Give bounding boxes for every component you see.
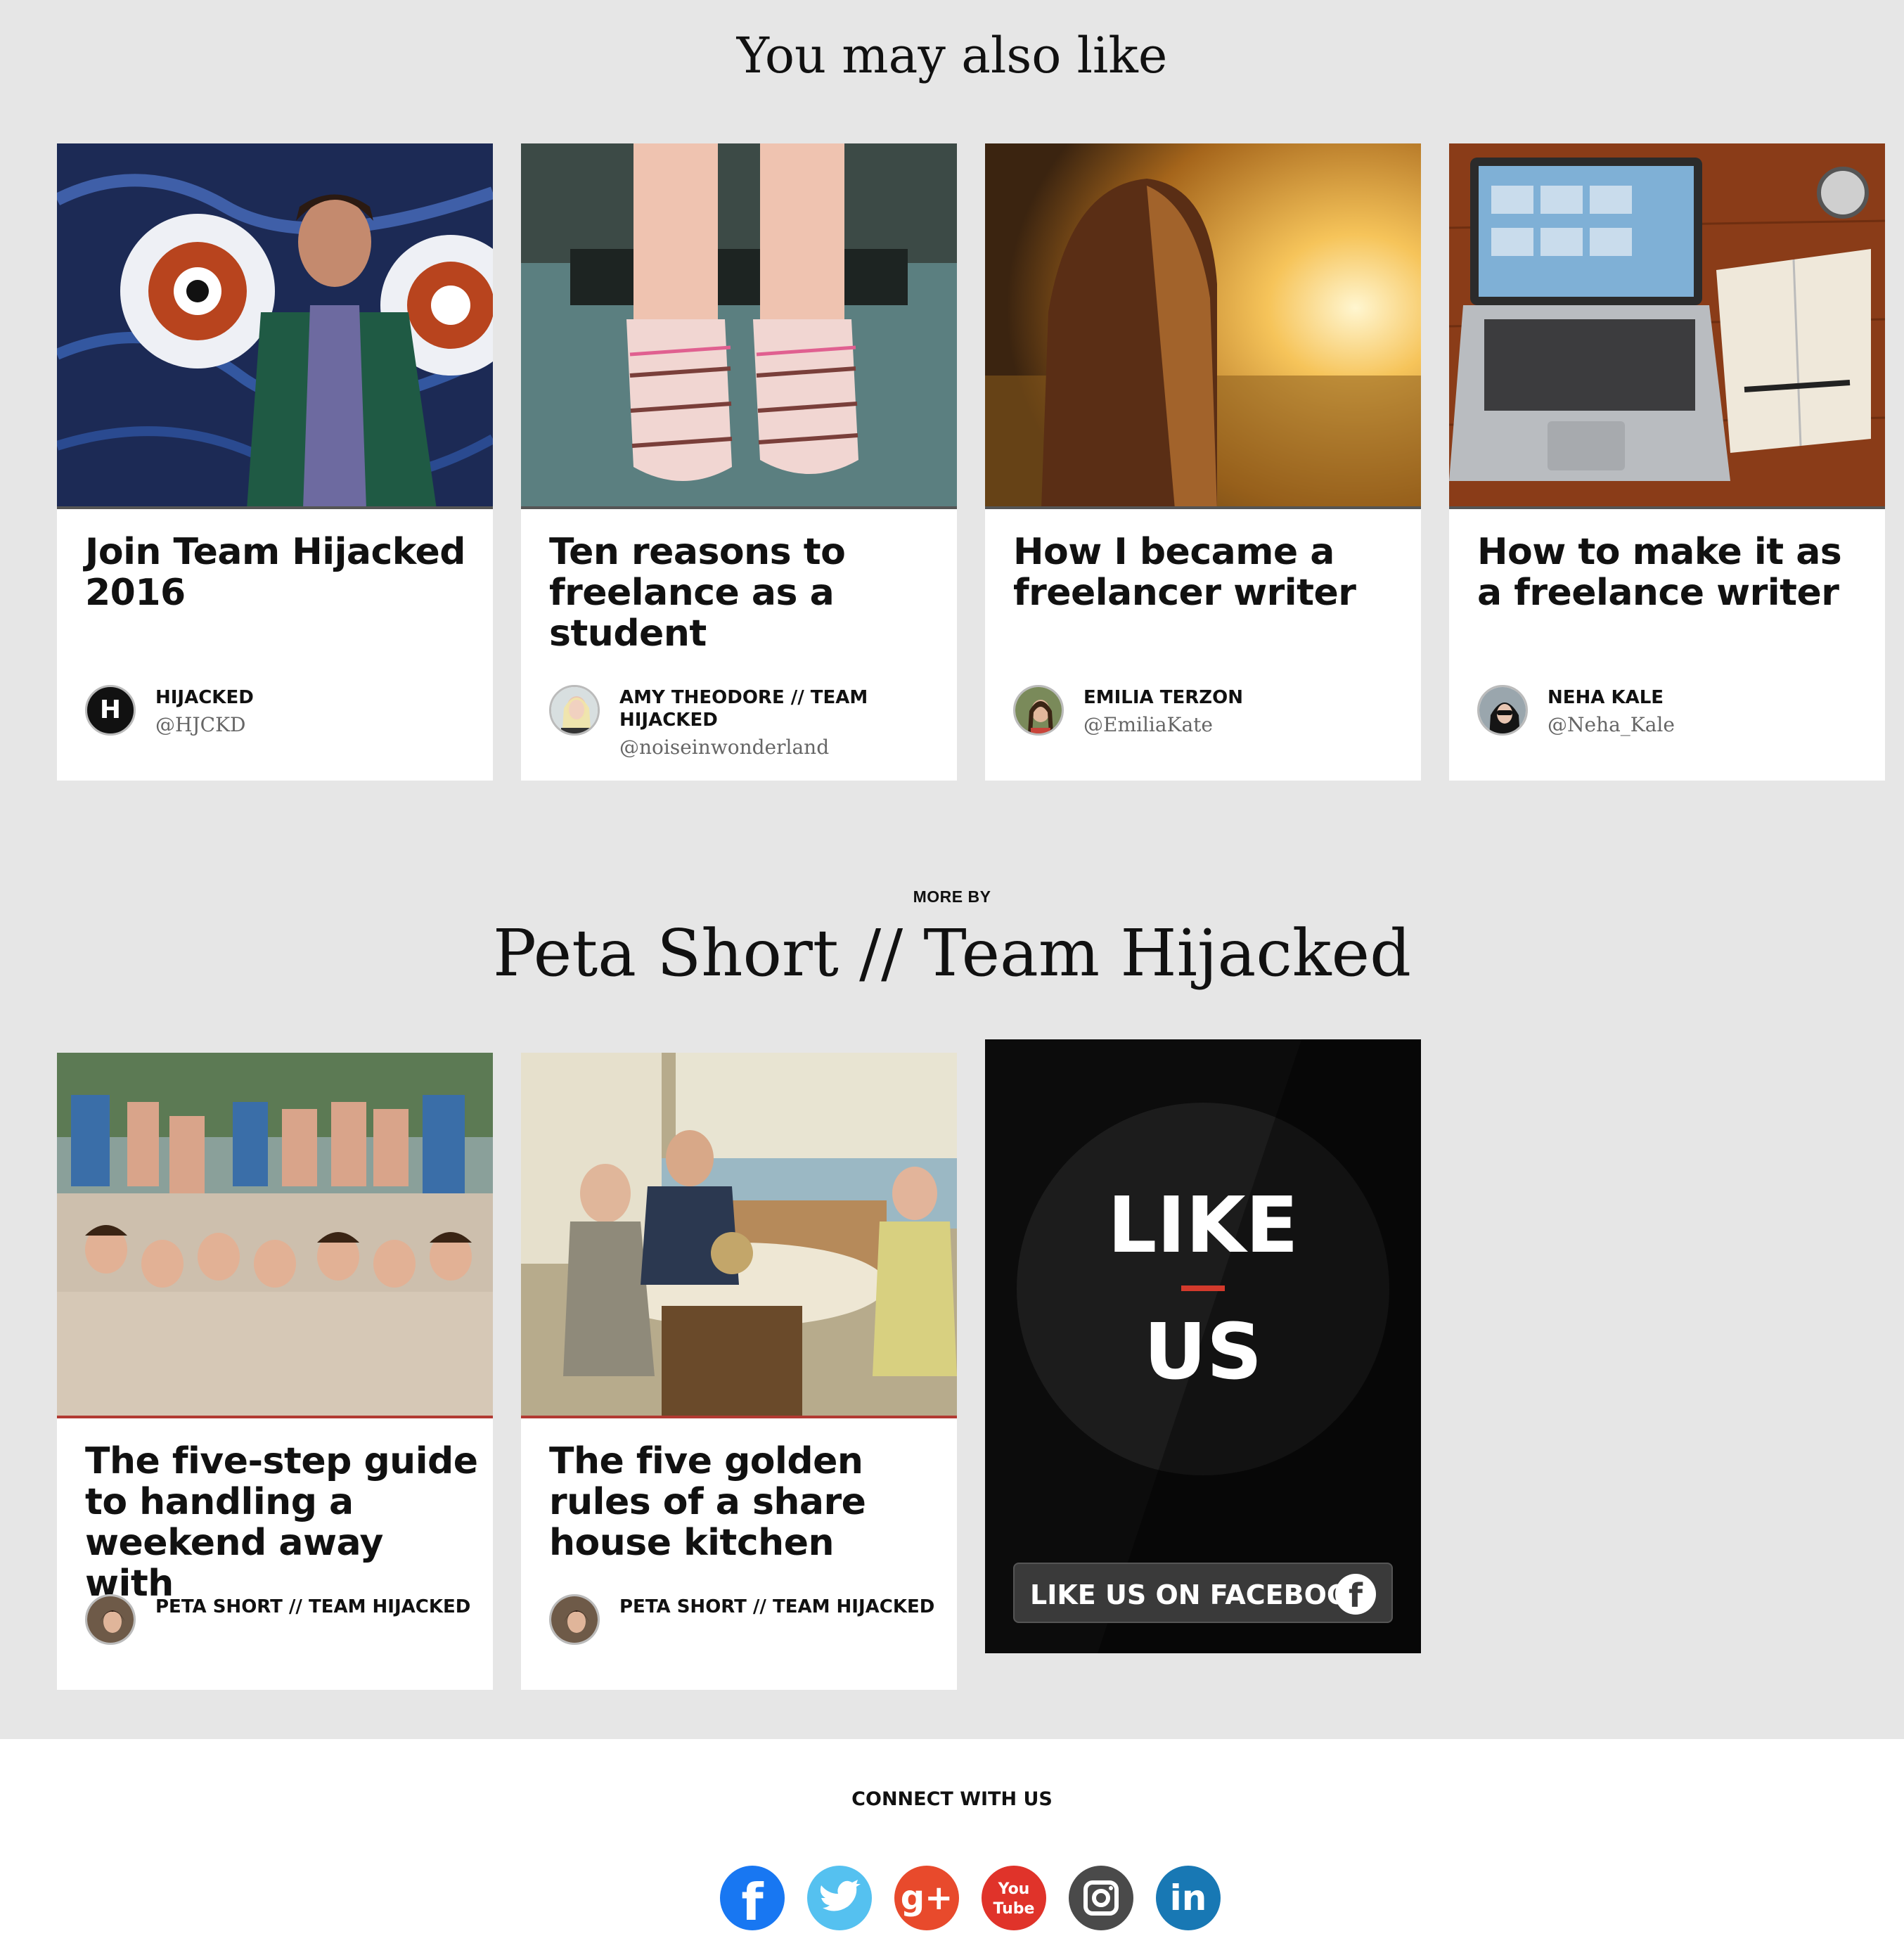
article-card-five-golden-rules[interactable]: The five golden rules of a share house k… xyxy=(521,1053,957,1690)
article-title[interactable]: Ten reasons to freelance as a student xyxy=(549,532,943,654)
article-image[interactable] xyxy=(57,143,493,509)
linkedin-icon[interactable]: in xyxy=(1156,1866,1221,1930)
avatar[interactable] xyxy=(549,1594,600,1645)
author-name[interactable]: HIJACKED xyxy=(155,686,479,709)
facebook-glyph: f xyxy=(741,1873,764,1932)
author-handle[interactable]: @noiseinwonderland xyxy=(619,736,943,759)
image-divider xyxy=(57,1416,493,1418)
linkedin-glyph: in xyxy=(1169,1878,1207,1918)
article-title[interactable]: The five-step guide to handling a weeken… xyxy=(85,1441,479,1604)
avatar[interactable] xyxy=(549,685,600,736)
author-name[interactable]: NEHA KALE xyxy=(1548,686,1871,709)
section-title-you-may-also-like: You may also like xyxy=(736,27,1168,84)
more-by-label: MORE BY xyxy=(913,887,991,906)
article-card-ten-reasons[interactable]: Ten reasons to freelance as a student AM… xyxy=(521,143,957,781)
article-title[interactable]: How I became a freelancer writer xyxy=(1013,532,1407,613)
author-handle[interactable]: @Neha_Kale xyxy=(1548,713,1871,736)
like-us-on-facebook-button[interactable]: LIKE US ON FACEBOOK f xyxy=(1013,1563,1393,1623)
article-image[interactable] xyxy=(521,1053,957,1418)
footer: CONNECT WITH US f g+ You Tube in xyxy=(0,1739,1904,1943)
article-image[interactable] xyxy=(985,143,1421,509)
facebook-icon: f xyxy=(1335,1574,1376,1615)
promo-divider xyxy=(1181,1285,1225,1291)
twitter-bird-icon xyxy=(820,1880,861,1911)
image-divider xyxy=(521,506,957,509)
image-divider xyxy=(521,1416,957,1418)
image-divider xyxy=(57,506,493,509)
google-plus-icon[interactable]: g+ xyxy=(894,1866,959,1930)
author-name[interactable]: PETA SHORT // TEAM HIJACKED xyxy=(619,1596,943,1618)
connect-with-us-label: CONNECT WITH US xyxy=(851,1788,1053,1810)
image-divider xyxy=(985,506,1421,509)
author-handle[interactable]: @HJCKD xyxy=(155,713,479,736)
promo-us-text: US xyxy=(1143,1307,1263,1397)
article-image[interactable] xyxy=(1449,143,1885,509)
article-card-join-team-hijacked[interactable]: Join Team Hijacked 2016 H HIJACKED @HJCK… xyxy=(57,143,493,781)
google-plus-glyph: g+ xyxy=(900,1878,953,1918)
instagram-icon[interactable] xyxy=(1069,1866,1133,1930)
article-image[interactable] xyxy=(521,143,957,509)
avatar-letter: H xyxy=(99,695,122,724)
twitter-icon[interactable] xyxy=(807,1866,872,1930)
avatar[interactable] xyxy=(85,1594,136,1645)
article-title[interactable]: The five golden rules of a share house k… xyxy=(549,1441,943,1563)
more-by-author-title[interactable]: Peta Short // Team Hijacked xyxy=(0,916,1904,991)
author-name[interactable]: EMILIA TERZON xyxy=(1083,686,1407,709)
article-image[interactable] xyxy=(57,1053,493,1418)
author-name[interactable]: AMY THEODORE // TEAM HIJACKED xyxy=(619,686,943,731)
facebook-promo-banner[interactable]: LIKE US LIKE US ON FACEBOOK f xyxy=(985,1039,1421,1653)
article-card-five-step-guide[interactable]: The five-step guide to handling a weeken… xyxy=(57,1053,493,1690)
youtube-glyph: You Tube xyxy=(993,1880,1035,1918)
like-us-button-label: LIKE US ON FACEBOOK xyxy=(1030,1579,1370,1610)
image-divider xyxy=(1449,506,1885,509)
article-card-how-to-make-it[interactable]: How to make it as a freelance writer NEH… xyxy=(1449,143,1885,781)
avatar[interactable]: H xyxy=(85,685,136,736)
author-name[interactable]: PETA SHORT // TEAM HIJACKED xyxy=(155,1596,479,1618)
youtube-icon[interactable]: You Tube xyxy=(982,1866,1046,1930)
author-handle[interactable]: @EmiliaKate xyxy=(1083,713,1407,736)
article-card-how-i-became[interactable]: How I became a freelancer writer EMILIA … xyxy=(985,143,1421,781)
article-title[interactable]: Join Team Hijacked 2016 xyxy=(85,532,479,613)
promo-like-text: LIKE xyxy=(1107,1180,1299,1270)
instagram-camera-icon xyxy=(1083,1880,1119,1916)
avatar[interactable] xyxy=(1013,685,1064,736)
facebook-icon[interactable]: f xyxy=(720,1866,785,1932)
avatar[interactable] xyxy=(1477,685,1528,736)
article-title[interactable]: How to make it as a freelance writer xyxy=(1477,532,1871,613)
